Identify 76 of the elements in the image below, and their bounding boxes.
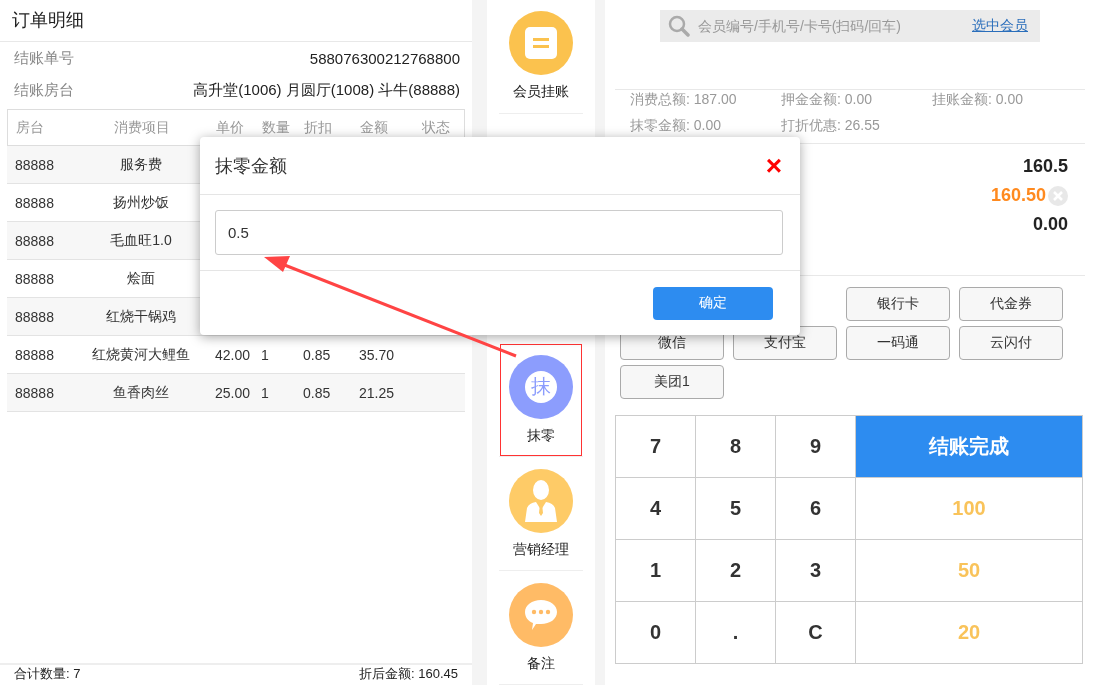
- summary-item: 消费总额: 187.00: [630, 91, 738, 109]
- table-cell-text: 红烧干锅鸡: [105, 307, 177, 326]
- table-cell-text: 红烧黄河大鲤鱼: [91, 345, 191, 364]
- column-header: 消费项目: [113, 118, 171, 137]
- action-button[interactable]: 备注: [499, 571, 583, 685]
- info-value: 588076300212768800: [309, 49, 460, 67]
- table-cell-text: 25.00: [214, 384, 252, 401]
- keypad-key[interactable]: .: [696, 602, 776, 664]
- action-button[interactable]: 抹 抹零: [499, 343, 583, 458]
- payment-method-button[interactable]: 美团1: [620, 365, 724, 399]
- table-cell-text: 服务费: [119, 155, 163, 174]
- summary-item: 打折优惠: 26.55: [781, 117, 881, 135]
- dialog-title: 抹零金额: [215, 154, 287, 178]
- person-icon: [525, 479, 557, 522]
- search-field[interactable]: 会员编号/手机号/卡号(扫码/回车) 选中会员: [660, 10, 1040, 42]
- keypad-key[interactable]: 2: [696, 540, 776, 602]
- info-label: 结账房台: [14, 80, 74, 100]
- table-cell-text: 0.85: [302, 346, 332, 363]
- table-cell-text: 毛血旺1.0: [109, 231, 173, 250]
- amount-field[interactable]: 0.5: [215, 210, 783, 255]
- keypad-key[interactable]: 4: [616, 478, 696, 540]
- column-header: 单价: [215, 118, 245, 137]
- table-cell-text: 烩面: [126, 269, 156, 288]
- amount-value: 160.50: [990, 185, 1046, 206]
- table-cell-text: 1: [260, 346, 270, 363]
- table-cell-text: 0.85: [302, 384, 332, 401]
- info-label: 结账单号: [14, 48, 74, 68]
- column-header: 折扣: [303, 118, 333, 137]
- table-cell-text: 1: [260, 384, 270, 401]
- summary-item: 押金金额: 0.00: [781, 91, 874, 109]
- keypad-key[interactable]: 0: [616, 602, 696, 664]
- chat-icon: [524, 598, 558, 631]
- footer-total: 折后金额: 160.45: [359, 665, 458, 683]
- table-cell-text: 42.00: [214, 346, 252, 363]
- glyph-icon: 抹: [525, 370, 557, 403]
- keypad-key[interactable]: 6: [776, 478, 856, 540]
- table-cell-text: 35.70: [358, 346, 396, 363]
- table-cell-text: 88888: [14, 270, 55, 287]
- info-value: 高升堂(1006) 月圆厅(1008) 斗牛(88888): [193, 80, 460, 100]
- keypad-key[interactable]: 8: [696, 416, 776, 478]
- table-cell-text: 88888: [14, 308, 55, 325]
- list-icon: [524, 26, 558, 61]
- keypad-key[interactable]: 5: [696, 478, 776, 540]
- panel-title: 订单明细: [0, 0, 472, 42]
- table-cell-text: 88888: [14, 156, 55, 173]
- table-row[interactable]: 88888 鱼香肉丝 25.00 1 0.85 21.25: [7, 374, 465, 412]
- select-member-link[interactable]: 选中会员: [972, 17, 1028, 35]
- table-cell-text: 88888: [14, 346, 55, 363]
- keypad-key[interactable]: 3: [776, 540, 856, 602]
- column-header: 金额: [359, 118, 389, 137]
- action-button[interactable]: 会员挂账: [499, 0, 583, 114]
- table-cell-text: 88888: [14, 194, 55, 211]
- search-icon: [668, 15, 690, 37]
- table-cell-text: 扬州炒饭: [112, 193, 170, 212]
- summary-item: 抹零金额: 0.00: [630, 117, 723, 135]
- payment-method-button[interactable]: 代金券: [959, 287, 1063, 321]
- table-cell-text: 鱼香肉丝: [112, 383, 170, 402]
- payment-method-button[interactable]: 云闪付: [959, 326, 1063, 360]
- keypad-key[interactable]: C: [776, 602, 856, 664]
- action-button[interactable]: 营销经理: [499, 457, 583, 572]
- table-cell-text: 88888: [14, 384, 55, 401]
- table-cell-text: 88888: [14, 232, 55, 249]
- amount-value: 0.00: [1032, 214, 1068, 235]
- amount-value: 160.5: [1022, 156, 1068, 177]
- table-cell-text: 21.25: [358, 384, 396, 401]
- close-button[interactable]: ×: [765, 151, 782, 180]
- column-header: 状态: [421, 118, 451, 137]
- keypad-key[interactable]: 7: [616, 416, 696, 478]
- summary-item: 挂账金额: 0.00: [932, 91, 1025, 109]
- column-header: 数量: [261, 118, 291, 137]
- keypad-key[interactable]: 1: [616, 540, 696, 602]
- keypad-key[interactable]: 9: [776, 416, 856, 478]
- footer-total: 合计数量: 7: [14, 665, 81, 683]
- payment-method-button[interactable]: 一码通: [846, 326, 950, 360]
- payment-method-button[interactable]: 银行卡: [846, 287, 950, 321]
- column-header: 房台: [15, 118, 45, 137]
